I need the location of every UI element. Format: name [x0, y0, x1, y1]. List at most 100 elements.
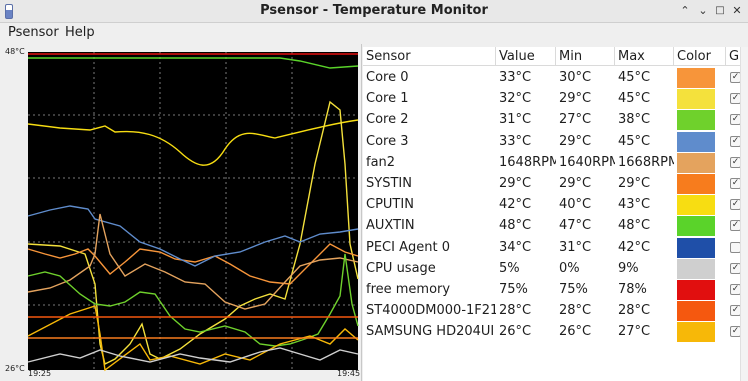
sensor-row[interactable]: free memory 75% 75% 78% ✓ [363, 279, 748, 300]
sensor-graph: 48°C 26°C 19:25 19:45 [5, 47, 360, 378]
sensor-color-swatch[interactable] [677, 89, 715, 110]
sensor-sensor-cell: free memory [366, 282, 451, 297]
sensor-sensor-cell: ST4000DM000-1F2168 [366, 303, 496, 319]
sensor-value-cell: 32°C [499, 91, 532, 107]
sensor-sensor-cell: Core 3 [366, 133, 409, 149]
sensor-value-cell: 75% [499, 282, 528, 297]
sensor-value-cell: 29°C [499, 176, 532, 191]
column-header-sensor[interactable]: Sensor [363, 47, 496, 66]
sensor-color-swatch[interactable] [677, 322, 715, 343]
sensor-color-swatch[interactable] [677, 216, 715, 237]
sensor-max-cell: 43°C [618, 197, 651, 213]
sensor-min-cell: 27°C [559, 112, 592, 128]
sensor-min-cell: 1640RPM [559, 154, 615, 170]
sensor-row[interactable]: AUXTIN 48°C 47°C 48°C ✓ [363, 215, 748, 237]
sensor-max-cell: 45°C [618, 70, 651, 85]
sensor-row[interactable]: Core 2 31°C 27°C 38°C ✓ [363, 109, 748, 131]
sensor-value-cell: 1648RPM [499, 154, 556, 170]
column-header-color[interactable]: Color [674, 47, 726, 66]
column-header-value[interactable]: Value [496, 47, 556, 66]
sensor-table: Sensor Value Min Max Color Graph Core 03… [363, 47, 748, 381]
sensor-min-cell: 0% [559, 260, 580, 276]
sensor-min-cell: 31°C [559, 239, 592, 255]
sensor-color-swatch[interactable] [677, 68, 715, 88]
sensor-row[interactable]: Core 1 32°C 29°C 45°C ✓ [363, 88, 748, 110]
sensor-max-cell: 29°C [618, 176, 651, 191]
sensor-min-cell: 75% [559, 282, 588, 297]
x-axis-start-label: 19:25 [28, 369, 51, 378]
sensor-row[interactable]: ST4000DM000-1F216828°C28°C28°C✓ [363, 300, 748, 322]
sensor-value-cell: 34°C [499, 239, 532, 255]
x-axis-end-label: 19:45 [337, 369, 360, 378]
column-header-min[interactable]: Min [556, 47, 615, 66]
sensor-sensor-cell: SYSTIN [366, 176, 412, 191]
sensor-min-cell: 29°C [559, 176, 592, 191]
table-scrollbar[interactable] [740, 47, 748, 381]
sensor-max-cell: 48°C [618, 218, 651, 234]
sensor-max-cell: 27°C [618, 324, 651, 340]
sensor-sensor-cell: CPU usage [366, 260, 436, 276]
column-header-max[interactable]: Max [615, 47, 674, 66]
sensor-row[interactable]: fan2 1648RPM 1640RPM 1668RPM ✓ [363, 152, 748, 173]
graph-plot-area [28, 52, 358, 370]
sensor-row[interactable]: PECI Agent 0 34°C 31°C 42°C [363, 237, 748, 258]
sensor-min-cell: 29°C [559, 91, 592, 107]
sensor-max-cell: 45°C [618, 91, 651, 107]
menu-help[interactable]: Help [65, 25, 95, 40]
window-title: Psensor - Temperature Monitor [260, 3, 488, 18]
sensor-value-cell: 26°C [499, 324, 532, 340]
sensor-value-cell: 31°C [499, 112, 532, 128]
sensor-color-swatch[interactable] [677, 301, 715, 322]
sensor-value-cell: 28°C [499, 303, 532, 319]
sensor-sensor-cell: Core 1 [366, 91, 409, 107]
sensor-sensor-cell: Core 0 [366, 70, 409, 85]
sensor-sensor-cell: PECI Agent 0 [366, 239, 450, 255]
sensor-max-cell: 9% [618, 260, 639, 276]
sensor-row[interactable]: Core 0 33°C 30°C 45°C ✓ [363, 67, 748, 88]
close-button[interactable]: ✕ [730, 3, 744, 19]
sensor-color-swatch[interactable] [677, 152, 715, 173]
sensor-color-swatch[interactable] [677, 237, 715, 258]
sensor-max-cell: 78% [618, 282, 647, 297]
minimize-button[interactable]: ⌄ [696, 3, 710, 19]
sensor-row[interactable]: CPUTIN 42°C 40°C 43°C ✓ [363, 194, 748, 216]
sensor-sensor-cell: SAMSUNG HD204UI [366, 324, 495, 340]
sensor-min-cell: 30°C [559, 70, 592, 85]
sensor-color-swatch[interactable] [677, 280, 715, 300]
sensor-color-swatch[interactable] [677, 258, 715, 279]
sensor-max-cell: 28°C [618, 303, 651, 319]
sensor-graph-panel: 48°C 26°C 19:25 19:45 [0, 44, 362, 381]
sensor-color-swatch[interactable] [677, 174, 715, 194]
sensor-sensor-cell: Core 2 [366, 112, 409, 128]
y-axis-min-label: 26°C [5, 364, 25, 373]
window-menu-button[interactable]: ⌃ [678, 3, 692, 19]
sensor-value-cell: 42°C [499, 197, 532, 213]
sensor-max-cell: 1668RPM [618, 154, 674, 170]
sensor-min-cell: 40°C [559, 197, 592, 213]
sensor-row[interactable]: CPU usage 5% 0% 9% ✓ [363, 258, 748, 279]
sensor-min-cell: 47°C [559, 218, 592, 234]
sensor-max-cell: 42°C [618, 239, 651, 255]
sensor-max-cell: 45°C [618, 133, 651, 149]
sensor-color-swatch[interactable] [677, 131, 715, 152]
sensor-sensor-cell: AUXTIN [366, 218, 415, 234]
sensor-sensor-cell: fan2 [366, 154, 396, 170]
sensor-color-swatch[interactable] [677, 110, 715, 131]
y-axis-max-label: 48°C [5, 47, 25, 56]
sensor-color-swatch[interactable] [677, 195, 715, 216]
sensor-max-cell: 38°C [618, 112, 651, 128]
sensor-value-cell: 33°C [499, 70, 532, 85]
sensor-value-cell: 48°C [499, 218, 532, 234]
sensor-row[interactable]: Core 3 33°C 29°C 45°C ✓ [363, 131, 748, 152]
sensor-value-cell: 33°C [499, 133, 532, 149]
sensor-min-cell: 28°C [559, 303, 592, 319]
sensor-min-cell: 26°C [559, 324, 592, 340]
sensor-value-cell: 5% [499, 260, 520, 276]
maximize-button[interactable]: □ [713, 3, 727, 19]
sensor-row[interactable]: SAMSUNG HD204UI 26°C 26°C 27°C ✓ [363, 321, 748, 343]
title-bar: Psensor - Temperature Monitor ⌃ ⌄ □ ✕ [0, 0, 748, 23]
sensor-min-cell: 29°C [559, 133, 592, 149]
menu-psensor[interactable]: Psensor [8, 25, 59, 40]
sensor-sensor-cell: CPUTIN [366, 197, 414, 213]
sensor-row[interactable]: SYSTIN 29°C 29°C 29°C ✓ [363, 173, 748, 194]
